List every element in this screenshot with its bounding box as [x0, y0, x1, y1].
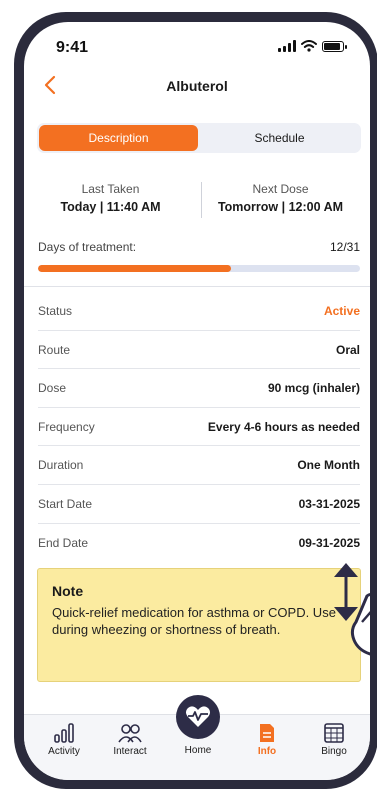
tab-home-label: Home — [184, 745, 212, 756]
detail-value: One Month — [297, 458, 360, 473]
next-dose: Next Dose Tomorrow | 12:00 AM — [194, 182, 367, 214]
detail-label: Duration — [38, 458, 84, 473]
treatment-progress: Days of treatment: 12/31 — [38, 240, 360, 272]
detail-label: End Date — [38, 535, 89, 550]
detail-label: Dose — [38, 381, 67, 396]
wifi-icon — [301, 40, 317, 52]
tab-activity[interactable]: Activity — [34, 723, 94, 757]
detail-label: Status — [38, 304, 73, 318]
tab-activity-label: Activity — [48, 746, 80, 757]
detail-label: Frequency — [38, 419, 95, 434]
tab-bingo[interactable]: Bingo — [304, 723, 364, 757]
detail-value: Oral — [335, 342, 360, 357]
heart-pulse-icon — [186, 706, 210, 727]
pointing-hand-icon — [350, 592, 370, 656]
last-taken-value: Today | 11:40 AM — [60, 200, 161, 214]
last-taken-label: Last Taken — [81, 182, 140, 196]
detail-row-duration: Duration One Month — [38, 446, 360, 485]
detail-value: 03-31-2025 — [298, 496, 360, 511]
detail-row-end-date: End Date 09-31-2025 — [38, 524, 360, 562]
tab-info[interactable]: Info — [237, 723, 297, 757]
tab-schedule[interactable]: Schedule — [200, 125, 359, 151]
signal-icon — [278, 40, 296, 52]
next-dose-value: Tomorrow | 12:00 AM — [217, 200, 344, 214]
detail-value: 90 mcg (inhaler) — [267, 381, 360, 396]
detail-row-start-date: Start Date 03-31-2025 — [38, 485, 360, 524]
tab-interact[interactable]: Interact — [100, 723, 160, 757]
nav-bar: Albuterol — [24, 72, 370, 102]
status-time: 9:41 — [56, 39, 89, 56]
last-taken: Last Taken Today | 11:40 AM — [24, 182, 197, 214]
note-card[interactable]: Note Quick-relief medication for asthma … — [37, 568, 361, 682]
status-icons — [278, 40, 347, 52]
tab-interact-label: Interact — [113, 746, 147, 757]
detail-row-dose: Dose 90 mcg (inhaler) — [38, 369, 360, 408]
detail-row-frequency: Frequency Every 4-6 hours as needed — [38, 408, 360, 447]
progress-fill — [38, 265, 232, 272]
section-divider — [24, 286, 370, 287]
dose-summary: Last Taken Today | 11:40 AM Next Dose To… — [24, 182, 370, 222]
note-title: Note — [52, 583, 84, 599]
detail-label: Route — [38, 342, 71, 357]
note-text: Quick-relief medication for asthma or CO… — [52, 605, 336, 637]
document-icon — [260, 724, 274, 742]
app-screen: 9:41 Albuterol Description Schedule Last… — [24, 22, 370, 780]
status-bar: 9:41 — [24, 22, 370, 68]
bingo-card-icon — [324, 723, 344, 743]
status-value: Active — [323, 304, 360, 318]
people-icon — [118, 724, 142, 743]
days-label: Days of treatment: — [38, 240, 137, 254]
tab-description[interactable]: Description — [39, 125, 198, 151]
activity-bars-icon — [54, 723, 74, 743]
tab-bingo-label: Bingo — [321, 746, 347, 757]
page-title: Albuterol — [166, 78, 228, 94]
progress-bar — [38, 265, 360, 272]
tab-info-label: Info — [257, 746, 277, 757]
detail-value: Every 4-6 hours as needed — [207, 419, 360, 434]
days-count: 12/31 — [329, 240, 360, 254]
detail-row-status: Status Active — [38, 292, 360, 331]
detail-label: Start Date — [38, 496, 93, 511]
detail-row-route: Route Oral — [38, 331, 360, 370]
details-list: Status Active Route Oral Dose 90 mcg (in… — [38, 292, 360, 561]
home-button[interactable] — [176, 695, 220, 739]
segmented-control: Description Schedule — [37, 123, 361, 153]
battery-icon — [322, 40, 347, 52]
next-dose-label: Next Dose — [252, 182, 309, 196]
detail-value: 09-31-2025 — [298, 535, 360, 550]
